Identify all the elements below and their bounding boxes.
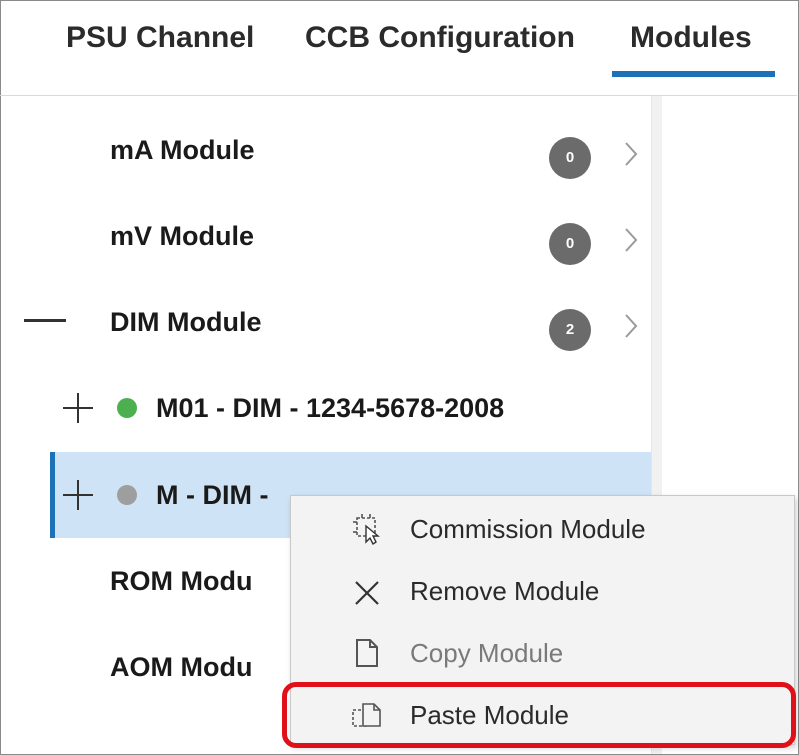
collapse-icon[interactable] xyxy=(24,319,66,322)
tab-psu-channel[interactable]: PSU Channel xyxy=(66,18,254,58)
tree-item-label: mA Module xyxy=(110,135,255,165)
menu-item-copy-module[interactable]: Copy Module xyxy=(291,622,794,684)
menu-item-label: Commission Module xyxy=(410,514,646,544)
chevron-right-icon[interactable] xyxy=(620,225,642,255)
count-badge: 0 xyxy=(549,223,591,265)
menu-item-remove-module[interactable]: Remove Module xyxy=(291,560,794,622)
tree-item-dim-module[interactable]: DIM Module 2 xyxy=(0,279,651,365)
tree-item-label: ROM Modu xyxy=(110,566,253,596)
menu-item-commission-module[interactable]: Commission Module xyxy=(291,498,794,560)
tree-item-ma-module[interactable]: mA Module 0 xyxy=(0,107,651,193)
tab-ccb-configuration[interactable]: CCB Configuration xyxy=(305,18,575,58)
tree-child-label: M - DIM - xyxy=(156,480,269,510)
paste-highlight-box xyxy=(282,682,796,748)
tree-item-label: DIM Module xyxy=(110,307,262,337)
tree-item-label: mV Module xyxy=(110,221,255,251)
count-badge: 2 xyxy=(549,309,591,351)
count-badge: 0 xyxy=(549,137,591,179)
chevron-right-icon[interactable] xyxy=(620,311,642,341)
copy-icon xyxy=(356,639,378,667)
tree-item-label: AOM Modu xyxy=(110,652,253,682)
active-tab-indicator xyxy=(612,71,775,77)
tree-child-label: M01 - DIM - 1234-5678-2008 xyxy=(156,393,505,423)
menu-item-label: Copy Module xyxy=(410,638,564,668)
expand-icon[interactable] xyxy=(63,480,93,510)
tab-modules[interactable]: Modules xyxy=(630,18,752,58)
close-icon xyxy=(355,581,379,605)
tab-bar: PSU Channel CCB Configuration Modules xyxy=(0,0,797,96)
commission-icon xyxy=(353,514,380,546)
menu-item-label: Remove Module xyxy=(410,576,600,606)
status-dot-icon xyxy=(117,398,137,418)
tree-item-mv-module[interactable]: mV Module 0 xyxy=(0,193,651,279)
status-dot-icon xyxy=(117,485,137,505)
expand-icon[interactable] xyxy=(63,393,93,423)
tree-child-m01-dim[interactable]: M01 - DIM - 1234-5678-2008 xyxy=(0,365,651,451)
chevron-right-icon[interactable] xyxy=(620,139,642,169)
